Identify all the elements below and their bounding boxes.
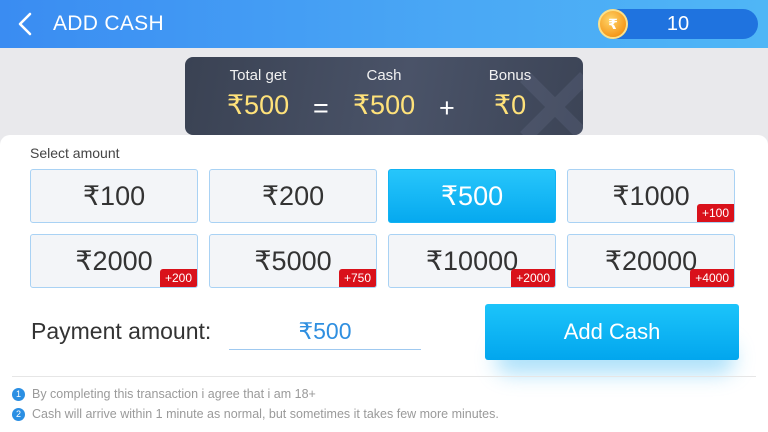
summary-bonus: Bonus ₹0 bbox=[477, 67, 543, 121]
amount-option-label: ₹1000 bbox=[612, 181, 690, 211]
summary-bonus-label: Bonus bbox=[488, 67, 532, 84]
note-item: 1 By completing this transaction i agree … bbox=[12, 387, 316, 401]
bonus-badge: +2000 bbox=[511, 269, 555, 287]
select-amount-label: Select amount bbox=[30, 145, 120, 161]
amount-option-20000[interactable]: ₹20000 +4000 bbox=[567, 234, 735, 288]
rupee-coin-icon: ₹ bbox=[598, 9, 628, 39]
summary-panel: Total get ₹500 = Cash ₹500 + Bonus ₹0 bbox=[185, 57, 583, 135]
summary-bonus-value: ₹0 bbox=[493, 90, 527, 120]
summary-cash: Cash ₹500 bbox=[341, 67, 427, 121]
equals-sign: = bbox=[313, 93, 329, 123]
page-title: ADD CASH bbox=[53, 12, 164, 35]
bonus-badge: +100 bbox=[696, 204, 734, 222]
note-text: Cash will arrive within 1 minute as norm… bbox=[32, 407, 499, 421]
plus-sign: + bbox=[439, 93, 455, 123]
amount-option-2000[interactable]: ₹2000 +200 bbox=[30, 234, 198, 288]
coin-balance-count: 10 bbox=[666, 13, 690, 35]
amount-option-label: ₹20000 bbox=[604, 246, 698, 276]
note-text: By completing this transaction i agree t… bbox=[32, 387, 316, 401]
back-arrow-icon[interactable] bbox=[14, 11, 38, 37]
amount-option-label: ₹100 bbox=[82, 181, 146, 211]
summary-cash-label: Cash bbox=[366, 67, 402, 84]
bonus-badge: +4000 bbox=[690, 269, 734, 287]
amount-option-500[interactable]: ₹500 bbox=[388, 169, 556, 223]
amount-option-5000[interactable]: ₹5000 +750 bbox=[209, 234, 377, 288]
amount-option-label: ₹2000 bbox=[75, 246, 153, 276]
summary-total-label: Total get bbox=[229, 67, 287, 84]
amount-option-label: ₹500 bbox=[440, 181, 504, 211]
amount-option-200[interactable]: ₹200 bbox=[209, 169, 377, 223]
payment-amount-input[interactable] bbox=[229, 314, 421, 350]
amount-option-1000[interactable]: ₹1000 +100 bbox=[567, 169, 735, 223]
amount-option-label: ₹10000 bbox=[425, 246, 519, 276]
amount-option-label: ₹5000 bbox=[254, 246, 332, 276]
note-number-icon: 1 bbox=[12, 388, 25, 401]
amount-option-label: ₹200 bbox=[261, 181, 325, 211]
divider bbox=[12, 376, 756, 377]
bonus-badge: +750 bbox=[338, 269, 376, 287]
amount-option-10000[interactable]: ₹10000 +2000 bbox=[388, 234, 556, 288]
add-cash-button[interactable]: Add Cash bbox=[485, 304, 739, 360]
bonus-badge: +200 bbox=[159, 269, 197, 287]
note-item: 2 Cash will arrive within 1 minute as nor… bbox=[12, 407, 499, 421]
summary-cash-value: ₹500 bbox=[352, 90, 416, 120]
note-number-icon: 2 bbox=[12, 408, 25, 421]
payment-amount-label: Payment amount: bbox=[31, 318, 212, 344]
summary-total-value: ₹500 bbox=[226, 90, 290, 120]
summary-total: Total get ₹500 bbox=[215, 67, 301, 121]
amount-option-100[interactable]: ₹100 bbox=[30, 169, 198, 223]
